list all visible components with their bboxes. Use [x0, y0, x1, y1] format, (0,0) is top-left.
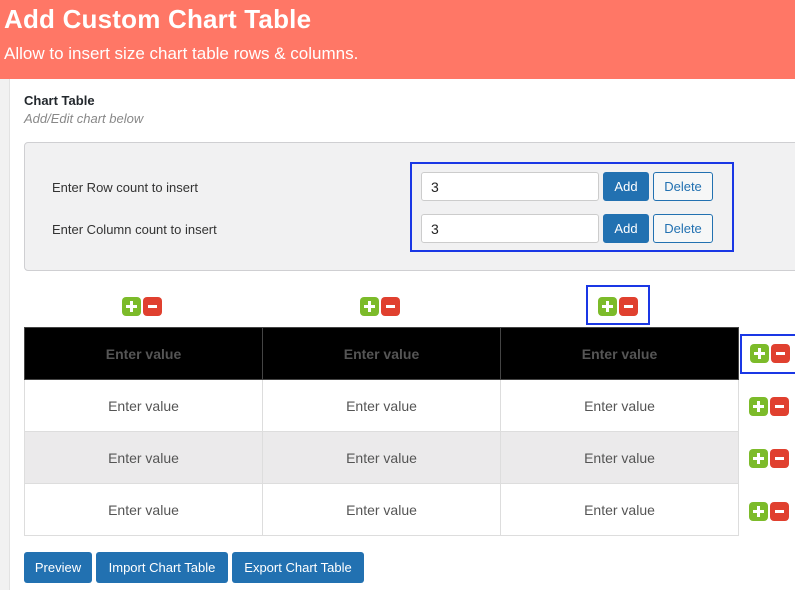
plus-icon[interactable] [749, 449, 768, 468]
page-subtitle: Allow to insert size chart table rows & … [4, 44, 359, 63]
row-4-controls [749, 502, 789, 521]
page-title: Add Custom Chart Table [4, 4, 312, 34]
table-cell[interactable]: Enter value [500, 431, 739, 484]
table-header-row: Enter value Enter value Enter value [24, 327, 739, 380]
delete-column-button[interactable]: Delete [653, 214, 713, 243]
row-2-controls [749, 397, 789, 416]
table-cell[interactable]: Enter value [262, 431, 501, 484]
page-header: Add Custom Chart Table Allow to insert s… [0, 0, 795, 79]
section-subtitle: Add/Edit chart below [24, 111, 144, 126]
table-cell[interactable]: Enter value [500, 483, 739, 536]
minus-icon[interactable] [381, 297, 400, 316]
import-chart-table-button[interactable]: Import Chart Table [96, 552, 228, 583]
minus-icon[interactable] [770, 502, 789, 521]
add-row-button[interactable]: Add [603, 172, 649, 201]
table-cell[interactable]: Enter value [24, 431, 263, 484]
row-3-controls [749, 449, 789, 468]
table-row: Enter value Enter value Enter value [24, 483, 739, 536]
column-2-controls [360, 297, 400, 316]
export-chart-table-button[interactable]: Export Chart Table [232, 552, 364, 583]
plus-icon[interactable] [598, 297, 617, 316]
table-cell[interactable]: Enter value [262, 379, 501, 432]
table-cell[interactable]: Enter value [500, 327, 739, 380]
column-3-controls [598, 297, 638, 316]
table-cell[interactable]: Enter value [262, 483, 501, 536]
minus-icon[interactable] [619, 297, 638, 316]
plus-icon[interactable] [360, 297, 379, 316]
table-cell[interactable]: Enter value [500, 379, 739, 432]
minus-icon[interactable] [771, 344, 790, 363]
preview-button[interactable]: Preview [24, 552, 92, 583]
column-count-input[interactable] [421, 214, 599, 243]
chart-table: Enter value Enter value Enter value Ente… [24, 327, 739, 536]
plus-icon[interactable] [749, 502, 768, 521]
plus-icon[interactable] [749, 397, 768, 416]
row-count-label: Enter Row count to insert [52, 180, 198, 195]
minus-icon[interactable] [770, 449, 789, 468]
table-cell[interactable]: Enter value [262, 327, 501, 380]
plus-icon[interactable] [750, 344, 769, 363]
section-title: Chart Table [24, 93, 95, 108]
table-cell[interactable]: Enter value [24, 483, 263, 536]
minus-icon[interactable] [770, 397, 789, 416]
row-1-controls [750, 344, 790, 363]
column-1-controls [122, 297, 162, 316]
table-cell[interactable]: Enter value [24, 327, 263, 380]
table-row: Enter value Enter value Enter value [24, 379, 739, 432]
table-row: Enter value Enter value Enter value [24, 431, 739, 484]
delete-row-button[interactable]: Delete [653, 172, 713, 201]
table-cell[interactable]: Enter value [24, 379, 263, 432]
row-count-input[interactable] [421, 172, 599, 201]
column-count-label: Enter Column count to insert [52, 222, 217, 237]
add-column-button[interactable]: Add [603, 214, 649, 243]
plus-icon[interactable] [122, 297, 141, 316]
minus-icon[interactable] [143, 297, 162, 316]
